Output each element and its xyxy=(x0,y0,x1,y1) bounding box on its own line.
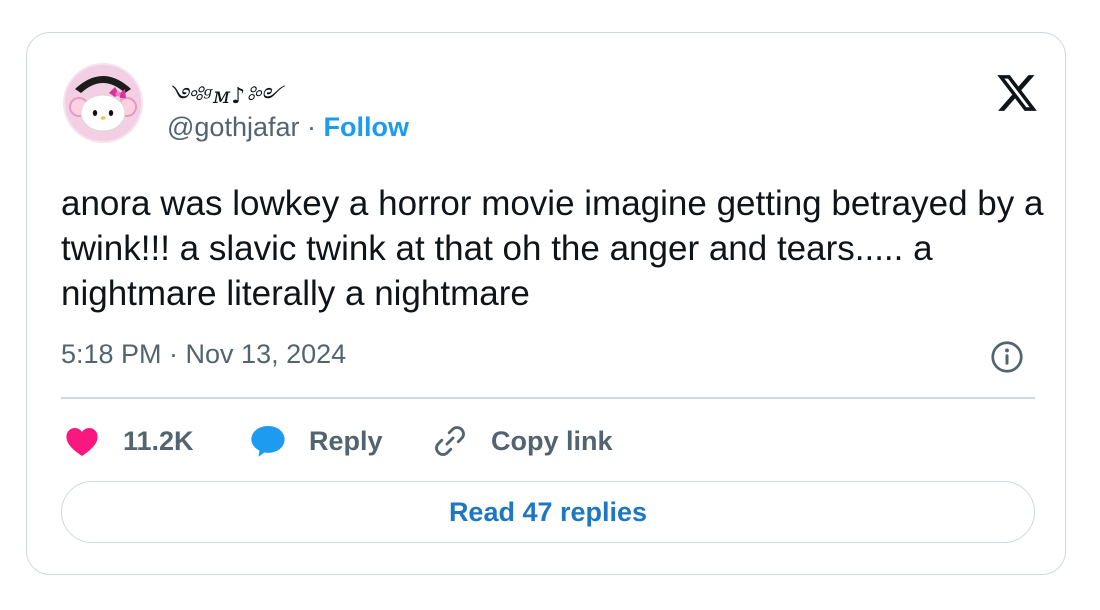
like-button[interactable]: 11.2K xyxy=(63,421,194,461)
read-replies-button[interactable]: Read 47 replies xyxy=(61,481,1035,543)
separator-dot: · xyxy=(307,112,316,142)
reply-label: Reply xyxy=(309,425,383,456)
divider xyxy=(61,397,1035,399)
avatar[interactable] xyxy=(63,63,143,143)
copy-link-label: Copy link xyxy=(491,425,613,456)
user-handle[interactable]: @gothjafar xyxy=(167,112,299,142)
info-icon[interactable] xyxy=(989,339,1025,375)
tweet-text: anora was lowkey a horror movie imagine … xyxy=(61,184,1044,313)
follow-button[interactable]: Follow xyxy=(324,112,409,142)
tweet-card: ༺ᵍᴍ♪༻ @gothjafar · Follow anora was lowk… xyxy=(26,32,1066,575)
heart-icon xyxy=(63,422,101,460)
x-logo-icon[interactable] xyxy=(995,71,1039,115)
like-count: 11.2K xyxy=(123,425,194,456)
copy-link-button[interactable]: Copy link xyxy=(431,421,613,461)
tweet-timestamp[interactable]: 5:18 PM · Nov 13, 2024 xyxy=(61,339,346,370)
link-icon xyxy=(431,422,469,460)
reply-button[interactable]: Reply xyxy=(249,421,383,461)
handle-row: @gothjafar · Follow xyxy=(167,111,409,143)
speech-bubble-icon xyxy=(249,422,287,460)
hello-kitty-avatar-icon xyxy=(63,63,143,143)
